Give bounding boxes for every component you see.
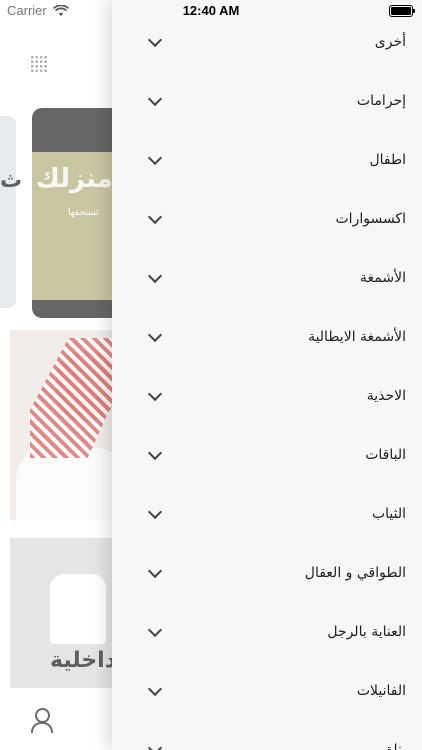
menu-item-kids[interactable]: اطفال	[112, 130, 422, 189]
chevron-down-icon	[147, 740, 163, 750]
menu-item-label: الاحذية	[366, 387, 406, 404]
drawer-overlay[interactable]	[0, 0, 112, 750]
status-bar: Carrier 12:40 AM	[0, 0, 422, 22]
chevron-down-icon	[147, 150, 163, 165]
battery-icon	[389, 5, 415, 17]
chevron-down-icon	[147, 681, 163, 696]
chevron-down-icon	[147, 504, 163, 519]
menu-item-label: إحرامات	[356, 92, 406, 109]
chevron-down-icon	[147, 32, 163, 47]
chevron-down-icon	[147, 563, 163, 578]
menu-item-label: أخرى	[374, 33, 406, 50]
menu-item-thobes[interactable]: الثياب	[112, 484, 422, 543]
menu-item-label: الثياب	[371, 505, 406, 522]
menu-item-label: الأشمغة	[360, 269, 406, 286]
menu-item-label: الأشمغة الايطالية	[308, 328, 406, 345]
menu-item-label: بناة	[386, 741, 406, 750]
menu-item-more[interactable]: بناة	[112, 720, 422, 750]
menu-item-shemaghs[interactable]: الأشمغة	[112, 248, 422, 307]
clock: 12:40 AM	[182, 3, 240, 18]
menu-item-shoes[interactable]: الاحذية	[112, 366, 422, 425]
menu-item-ihram[interactable]: إحرامات	[112, 71, 422, 130]
chevron-down-icon	[147, 209, 163, 224]
menu-item-label: الفانيلات	[356, 682, 406, 699]
menu-item-label: العناية بالرجل	[327, 623, 406, 640]
chevron-down-icon	[147, 268, 163, 283]
chevron-down-icon	[147, 327, 163, 342]
menu-item-label: اكسسوارات	[335, 210, 407, 227]
menu-item-caps-agal[interactable]: الطواقي و العقال	[112, 543, 422, 602]
menu-item-label: الباقات	[365, 446, 406, 463]
menu-item-mens-care[interactable]: العناية بالرجل	[112, 602, 422, 661]
menu-item-undershirts[interactable]: الفانيلات	[112, 661, 422, 720]
category-drawer: أخرى إحرامات اطفال اكسسوارات الأشمغة الأ…	[112, 0, 422, 750]
menu-item-label: اطفال	[369, 151, 406, 168]
menu-item-italian-shemaghs[interactable]: الأشمغة الايطالية	[112, 307, 422, 366]
menu-item-bundles[interactable]: الباقات	[112, 425, 422, 484]
chevron-down-icon	[147, 622, 163, 637]
chevron-down-icon	[147, 91, 163, 106]
menu-item-accessories[interactable]: اكسسوارات	[112, 189, 422, 248]
chevron-down-icon	[147, 445, 163, 460]
menu-item-label: الطواقي و العقال	[304, 564, 406, 581]
chevron-down-icon	[147, 386, 163, 401]
